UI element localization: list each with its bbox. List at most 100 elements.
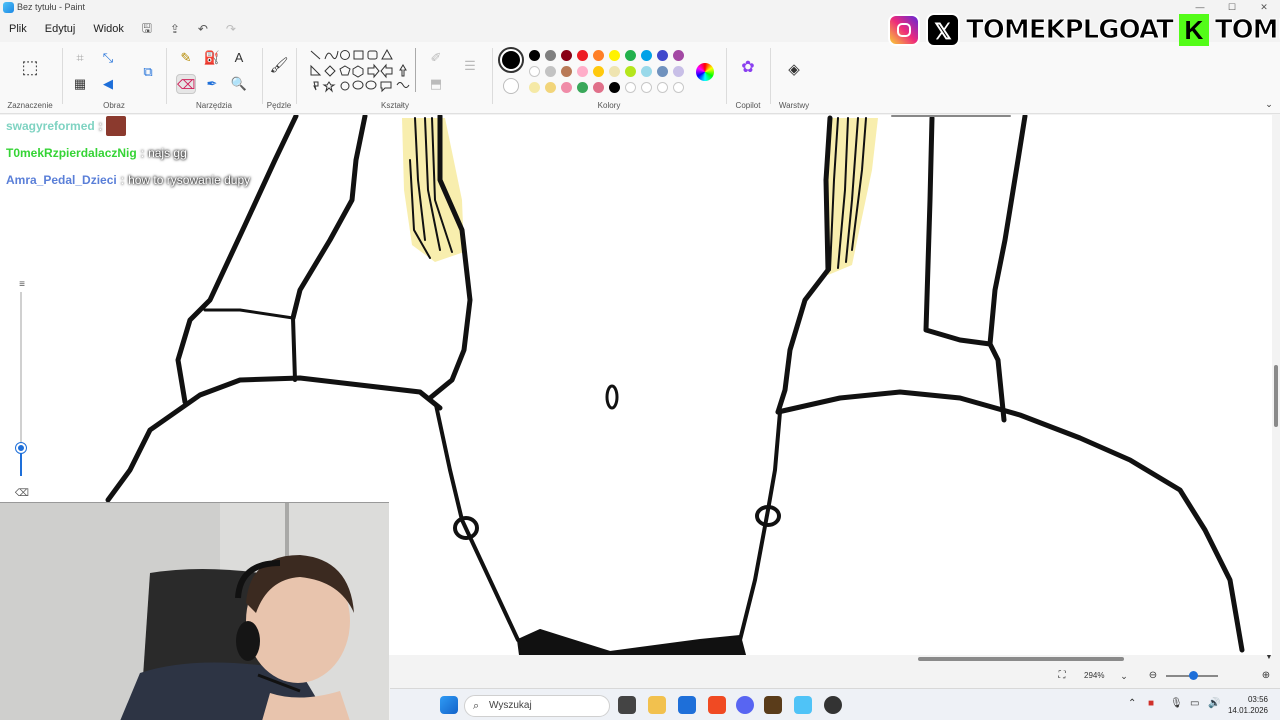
tray-chevron-icon[interactable]: ⌃	[1128, 698, 1136, 709]
palette-color-swatch[interactable]	[657, 50, 668, 61]
resize-icon[interactable]: ⤡	[98, 48, 118, 68]
search-placeholder: Wyszukaj	[489, 700, 532, 711]
palette-color-swatch[interactable]	[609, 66, 620, 77]
palette-color-swatch[interactable]	[561, 50, 572, 61]
task-view-icon[interactable]	[618, 696, 636, 714]
menu-file[interactable]: Plik	[0, 18, 36, 40]
microphone-icon[interactable]: 🎙	[1170, 698, 1183, 709]
palette-color-swatch[interactable]	[673, 66, 684, 77]
fill-style-icon[interactable]: ⬒	[426, 74, 446, 94]
edit-colors-icon[interactable]	[696, 63, 714, 81]
chat-message: T0mekRzpierdalaczNig : najs gg	[6, 139, 250, 166]
palette-color-swatch[interactable]	[577, 50, 588, 61]
zoom-dropdown-icon[interactable]: ⌄	[1114, 666, 1134, 686]
palette-color-swatch[interactable]	[609, 50, 620, 61]
palette-color-swatch[interactable]	[641, 50, 652, 61]
brush-size-icon: ≡	[19, 279, 25, 290]
undo-icon[interactable]: ↶	[189, 22, 217, 36]
secondary-color-swatch[interactable]	[503, 78, 519, 94]
obs-icon[interactable]	[824, 696, 842, 714]
taskbar-search[interactable]: ⌕ Wyszukaj	[464, 695, 610, 717]
windows-start-icon[interactable]	[440, 696, 458, 714]
file-explorer-icon[interactable]	[648, 696, 666, 714]
palette-color-swatch[interactable]	[545, 82, 556, 93]
palette-color-swatch[interactable]	[657, 66, 668, 77]
shapes-gallery[interactable]	[308, 48, 418, 100]
window-title: Bez tytułu - Paint	[17, 2, 86, 12]
brush-size-slider-thumb[interactable]	[15, 442, 27, 454]
palette-color-swatch[interactable]	[561, 82, 572, 93]
magnifier-icon[interactable]: 🔍	[229, 74, 249, 94]
rotate-icon[interactable]: ◀	[98, 74, 118, 94]
chevron-down-icon[interactable]: ⌄	[1262, 94, 1276, 114]
palette-color-swatch[interactable]	[593, 82, 604, 93]
chat-separator: :	[98, 118, 103, 133]
palette-color-swatch[interactable]	[545, 50, 556, 61]
store-icon[interactable]	[678, 696, 696, 714]
selection-icon[interactable]: ⬚	[20, 57, 40, 77]
outline-icon[interactable]: ✐	[426, 48, 446, 68]
image-select-icon[interactable]: ⧉	[138, 62, 158, 82]
color-picker-icon[interactable]: ✒	[202, 74, 222, 94]
text-icon[interactable]: A	[229, 48, 249, 68]
game-icon[interactable]	[764, 696, 782, 714]
chat-text: how to rysowanie dupy	[128, 172, 251, 187]
horizontal-scrollbar[interactable]	[918, 657, 1124, 661]
zoom-slider-thumb[interactable]	[1189, 671, 1198, 680]
taskbar-clock[interactable]: 03:56 14.01.2026	[1228, 694, 1268, 716]
layers-icon[interactable]: ◈	[784, 60, 804, 80]
palette-color-swatch[interactable]	[545, 66, 556, 77]
fit-to-window-icon[interactable]: ⛶	[1052, 666, 1072, 686]
menu-view[interactable]: Widok	[84, 18, 133, 40]
zoom-level[interactable]: 294%	[1084, 671, 1104, 680]
zoom-in-icon[interactable]: ⊕	[1256, 666, 1276, 686]
palette-color-swatch[interactable]	[657, 82, 668, 93]
paint-taskbar-icon[interactable]	[794, 696, 812, 714]
primary-color-swatch[interactable]	[498, 47, 524, 73]
zoom-out-icon[interactable]: ⊖	[1143, 666, 1163, 686]
chat-message: Amra_Pedal_Dzieci : how to rysowanie dup…	[6, 166, 250, 193]
palette-color-swatch[interactable]	[673, 50, 684, 61]
display-icon[interactable]: ▭	[1190, 698, 1199, 709]
palette-color-swatch[interactable]	[529, 66, 540, 77]
palette-color-swatch[interactable]	[577, 82, 588, 93]
palette-color-swatch[interactable]	[641, 66, 652, 77]
group-image: ⌗ ⤡ ⧉ ▦ ◀ Obraz	[64, 42, 164, 114]
search-icon: ⌕	[473, 700, 480, 712]
tray-app-icon[interactable]: ■	[1148, 698, 1154, 709]
brave-browser-icon[interactable]	[708, 696, 726, 714]
group-label-image: Obraz	[103, 101, 125, 110]
palette-color-swatch[interactable]	[577, 66, 588, 77]
brush-icon[interactable]: 🖌	[269, 56, 289, 76]
palette-color-swatch[interactable]	[529, 82, 540, 93]
palette-color-swatch[interactable]	[625, 66, 636, 77]
taskbar: ⌕ Wyszukaj ⌃ ■ 🎙 ▭ 🔊 03:56 14.01.2026	[390, 688, 1280, 720]
menu-bar: Plik Edytuj Widok 🖫 ⇪ ↶ ↷	[0, 18, 245, 40]
vertical-scrollbar[interactable]	[1274, 365, 1278, 427]
redo-icon[interactable]: ↷	[217, 22, 245, 36]
x-logo-icon: 𝕏	[926, 13, 960, 47]
share-icon[interactable]: ⇪	[161, 22, 189, 36]
discord-icon[interactable]	[736, 696, 754, 714]
palette-color-swatch[interactable]	[593, 66, 604, 77]
palette-color-swatch[interactable]	[593, 50, 604, 61]
copilot-icon[interactable]: ✿	[738, 58, 758, 78]
palette-color-swatch[interactable]	[625, 50, 636, 61]
fill-icon[interactable]: ⛽	[202, 48, 222, 68]
palette-color-swatch[interactable]	[561, 66, 572, 77]
palette-color-swatch[interactable]	[625, 82, 636, 93]
remove-background-icon[interactable]: ▦	[70, 74, 90, 94]
menu-edit[interactable]: Edytuj	[36, 18, 85, 40]
speaker-icon[interactable]: 🔊	[1208, 698, 1220, 709]
group-label-shapes: Kształty	[380, 101, 409, 110]
crop-icon[interactable]: ⌗	[70, 48, 90, 68]
palette-color-swatch[interactable]	[529, 50, 540, 61]
size-icon[interactable]: ☰	[460, 56, 480, 76]
chat-username: swagyreformed	[6, 118, 95, 133]
palette-color-swatch[interactable]	[609, 82, 620, 93]
palette-color-swatch[interactable]	[641, 82, 652, 93]
pencil-icon[interactable]: ✎	[176, 48, 196, 68]
save-icon[interactable]: 🖫	[133, 19, 161, 40]
palette-color-swatch[interactable]	[673, 82, 684, 93]
eraser-icon[interactable]: ⌫	[176, 74, 196, 94]
